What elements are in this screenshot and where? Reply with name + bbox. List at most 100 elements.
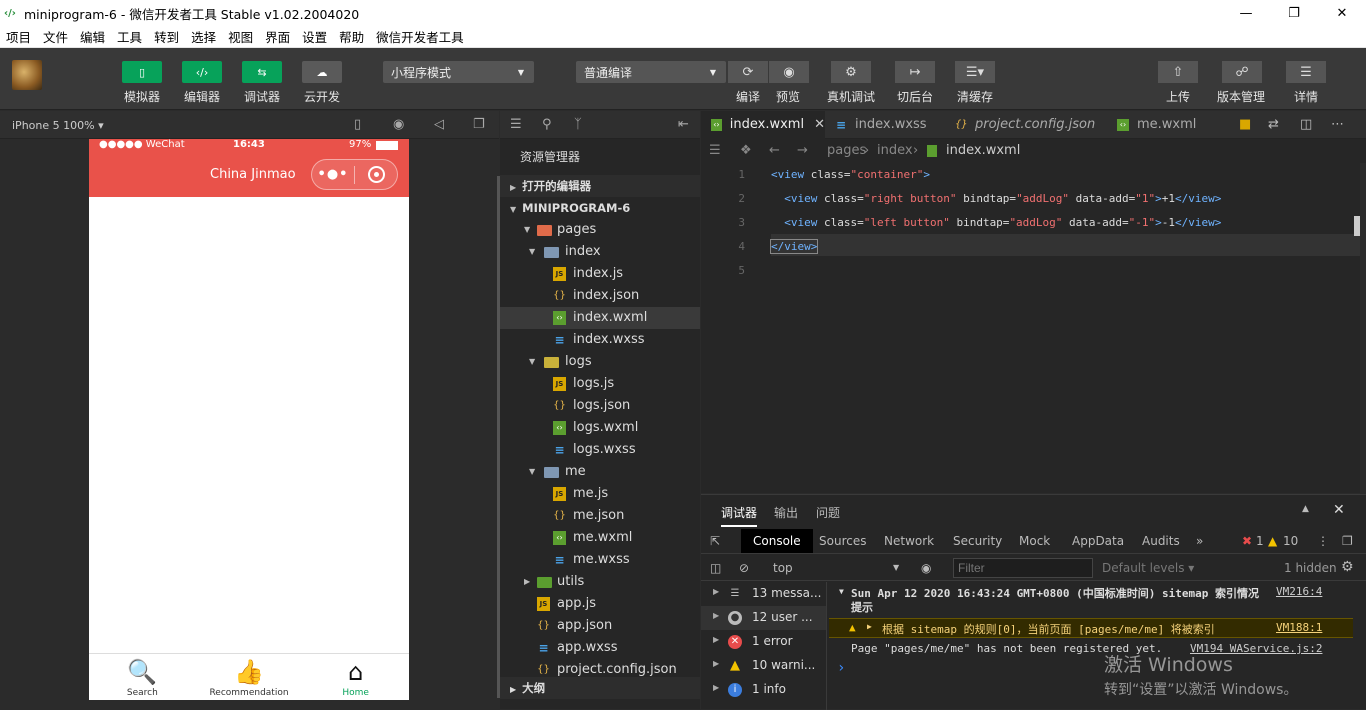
- menu-icon[interactable]: ☰: [1286, 61, 1326, 83]
- restore-icon[interactable]: ❐: [1270, 0, 1318, 26]
- context-select[interactable]: top: [773, 561, 793, 575]
- forward-arrow-icon[interactable]: →: [797, 143, 808, 158]
- search-icon[interactable]: ⚲: [542, 117, 552, 132]
- panel-splitter[interactable]: [497, 176, 500, 698]
- upload-label[interactable]: 上传: [1166, 88, 1190, 105]
- eye-icon[interactable]: ◉: [769, 61, 809, 83]
- cloud-button[interactable]: ☁ 云开发: [292, 61, 352, 105]
- background-icon[interactable]: ↦: [895, 61, 935, 83]
- tab-appdata[interactable]: AppData: [1072, 534, 1124, 548]
- tree-item-logs-wxml[interactable]: ‹› logs.wxml: [500, 417, 700, 439]
- tree-item-logs-js[interactable]: JS logs.js: [500, 373, 700, 395]
- volume-icon[interactable]: ◁: [434, 117, 444, 132]
- tree-item-app-json[interactable]: {} app.json: [500, 615, 700, 637]
- more-actions-icon[interactable]: ⋯: [1331, 117, 1344, 132]
- tree-item-me-wxss[interactable]: ≡ me.wxss: [500, 549, 700, 571]
- close-icon[interactable]: ✕: [1318, 0, 1366, 26]
- tab-debugger[interactable]: 调试器: [721, 504, 758, 527]
- debugger-button[interactable]: ⇆ 调试器: [232, 61, 292, 105]
- tree-item-logs[interactable]: ▼ logs: [500, 351, 700, 373]
- tab-sources[interactable]: Sources: [819, 534, 866, 548]
- git-branch-icon[interactable]: ᛉ: [574, 117, 582, 132]
- details-label[interactable]: 详情: [1294, 88, 1318, 105]
- log-group[interactable]: ▼ Sun Apr 12 2020 16:43:24 GMT+0800 (中国标…: [829, 584, 1353, 620]
- bug-icon[interactable]: ⚙: [831, 61, 871, 83]
- menu-help[interactable]: 帮助: [333, 27, 370, 46]
- tree-item-index[interactable]: ▼ index: [500, 241, 700, 263]
- tab-console[interactable]: Console: [741, 529, 813, 553]
- tab-index-wxml[interactable]: ‹› index.wxml ✕: [701, 111, 825, 139]
- simulator-button[interactable]: ▯ 模拟器: [112, 61, 172, 105]
- console-filter-info[interactable]: ▶ i 1 info: [701, 678, 826, 702]
- tab-home[interactable]: ⌂ Home: [302, 654, 409, 700]
- tab-audits[interactable]: Audits: [1142, 534, 1180, 548]
- tree-item-logs-wxss[interactable]: ≡ logs.wxss: [500, 439, 700, 461]
- version-label[interactable]: 版本管理: [1217, 88, 1265, 105]
- bookmark-icon[interactable]: ❖: [740, 143, 752, 158]
- menu-goto[interactable]: 转到: [148, 27, 185, 46]
- more-icon[interactable]: •●•: [312, 167, 354, 182]
- console-filter-messages[interactable]: ▶ ☰ 13 messa...: [701, 582, 826, 606]
- editor-button[interactable]: ‹/› 编辑器: [172, 61, 232, 105]
- remote-debug-label[interactable]: 真机调试: [827, 88, 875, 105]
- log-source-link[interactable]: VM216:4: [1276, 585, 1322, 598]
- compare-icon[interactable]: ⇄: [1268, 117, 1279, 132]
- collapse-panel-icon[interactable]: ⇤: [678, 117, 689, 132]
- compile-label[interactable]: 编译: [736, 88, 760, 105]
- sidebar-toggle-icon[interactable]: ◫: [710, 561, 721, 575]
- menu-select[interactable]: 选择: [185, 27, 222, 46]
- console-filter-user[interactable]: ▶ ● 12 user ...: [701, 606, 826, 630]
- layers-icon[interactable]: ☰▾: [955, 61, 995, 83]
- preview-label[interactable]: 预览: [776, 88, 800, 105]
- tab-search[interactable]: 🔍 Search: [89, 654, 196, 700]
- log-warning[interactable]: ▲ ▶ 根据 sitemap 的规则[0]，当前页面 [pages/me/me]…: [829, 618, 1353, 638]
- split-editor-icon[interactable]: ◫: [1300, 117, 1312, 132]
- tree-item-me-js[interactable]: JS me.js: [500, 483, 700, 505]
- tree-item-utils[interactable]: ▶ utils: [500, 571, 700, 593]
- log-levels-select[interactable]: Default levels ▾: [1102, 561, 1194, 575]
- clear-cache-label[interactable]: 清缓存: [957, 88, 993, 105]
- console-filter-errors[interactable]: ▶ ✕ 1 error: [701, 630, 826, 654]
- code-editor[interactable]: 1 2 3 4 5 <view class="container"> <view…: [701, 163, 1360, 493]
- menu-wechat-devtools[interactable]: 微信开发者工具: [370, 27, 470, 46]
- tree-item-app-wxss[interactable]: ≡ app.wxss: [500, 637, 700, 659]
- window-icon[interactable]: ❐: [473, 117, 485, 132]
- refresh-icon[interactable]: ⟳: [728, 61, 768, 83]
- tab-me-wxml[interactable]: ‹› me.wxml: [1107, 111, 1227, 139]
- chevron-up-icon[interactable]: ▲: [1302, 504, 1309, 514]
- undock-icon[interactable]: ❐: [1342, 534, 1353, 548]
- tab-output[interactable]: 输出: [774, 504, 798, 521]
- console-prompt[interactable]: ›: [837, 660, 845, 676]
- mode-select[interactable]: 小程序模式 ▼: [383, 61, 534, 83]
- console-filter-input[interactable]: [953, 558, 1093, 578]
- menu-ui[interactable]: 界面: [259, 27, 296, 46]
- eye-icon[interactable]: ◉: [921, 561, 931, 575]
- more-tabs-icon[interactable]: »: [1196, 534, 1203, 548]
- log-source-link[interactable]: VM188:1: [1276, 621, 1322, 634]
- phone-icon[interactable]: ▯: [354, 117, 361, 132]
- tab-network[interactable]: Network: [884, 534, 934, 548]
- tab-recommendation[interactable]: 👍 Recommendation: [196, 654, 303, 700]
- menu-settings[interactable]: 设置: [296, 27, 333, 46]
- tree-item-app-js[interactable]: JS app.js: [500, 593, 700, 615]
- menu-edit[interactable]: 编辑: [74, 27, 111, 46]
- menu-file[interactable]: 文件: [37, 27, 74, 46]
- breadcrumb-file[interactable]: index.wxml: [946, 143, 1020, 158]
- breadcrumb-pages[interactable]: pages: [827, 143, 866, 158]
- compile-mode-select[interactable]: 普通编译 ▼: [576, 61, 726, 83]
- close-tab-icon[interactable]: ✕: [814, 111, 825, 139]
- console-filter-warnings[interactable]: ▶ ▲ 10 warni...: [701, 654, 826, 678]
- project-section[interactable]: ▼ MINIPROGRAM-6: [500, 197, 700, 219]
- avatar[interactable]: [12, 60, 42, 90]
- tree-item-me-wxml[interactable]: ‹› me.wxml: [500, 527, 700, 549]
- tree-item-index-js[interactable]: JS index.js: [500, 263, 700, 285]
- branch-icon[interactable]: ☍: [1222, 61, 1262, 83]
- close-icon[interactable]: ✕: [1333, 502, 1345, 518]
- device-select[interactable]: iPhone 5 100% ▾: [12, 119, 104, 132]
- close-capsule-icon[interactable]: [355, 166, 397, 183]
- clear-console-icon[interactable]: ⊘: [739, 561, 749, 575]
- tab-security[interactable]: Security: [953, 534, 1002, 548]
- tree-item-index-wxss[interactable]: ≡ index.wxss: [500, 329, 700, 351]
- record-icon[interactable]: ◉: [393, 117, 404, 132]
- minimize-icon[interactable]: —: [1222, 0, 1270, 26]
